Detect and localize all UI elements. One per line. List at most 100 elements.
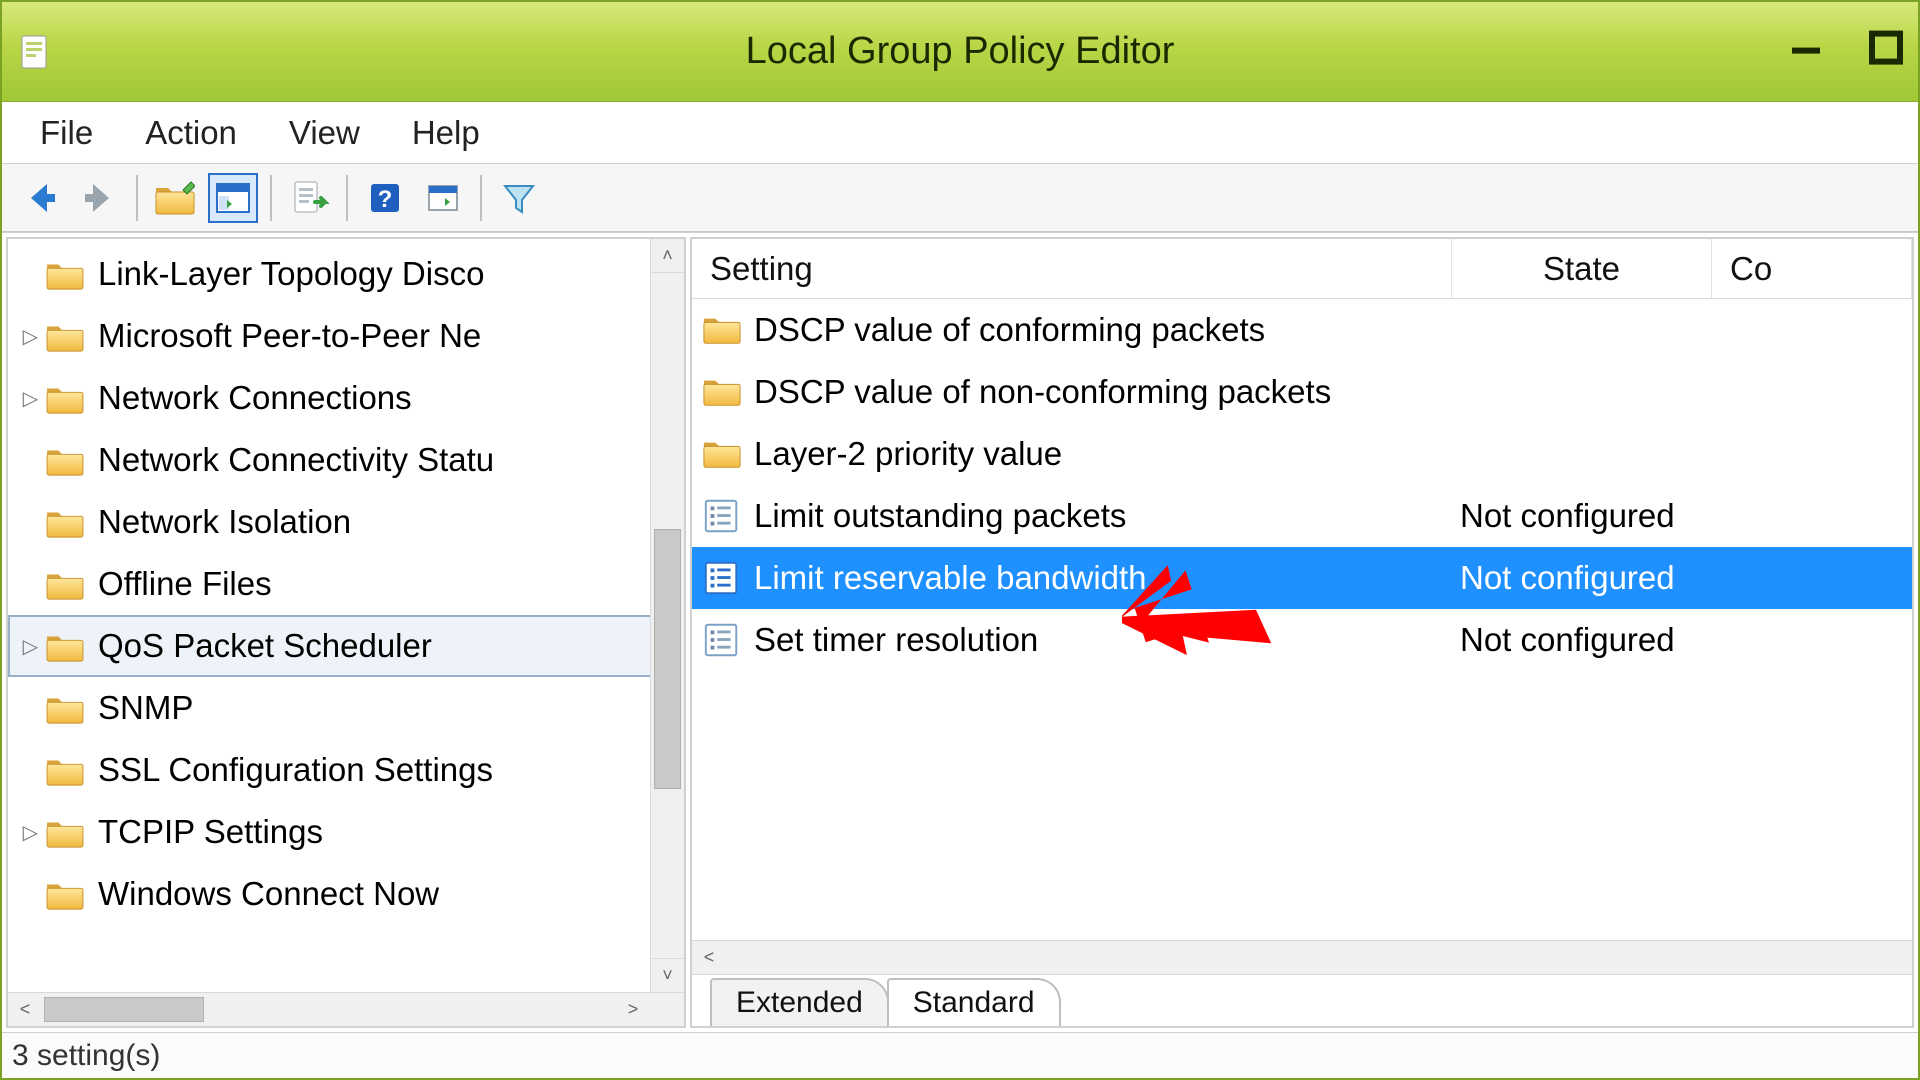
tree-item-label: Network Connections [98,379,412,417]
menu-file[interactable]: File [14,108,119,158]
tree-item[interactable]: ▷SNMP [8,677,684,739]
toolbar-separator [480,175,482,221]
setting-name: Set timer resolution [754,621,1038,659]
tree-item[interactable]: ▷Link-Layer Topology Disco [8,243,684,305]
setting-name: Limit reservable bandwidth [754,559,1147,597]
setting-name: Layer-2 priority value [754,435,1062,473]
column-header-state[interactable]: State [1452,239,1712,298]
tree-item[interactable]: ▷Network Connectivity Statu [8,429,684,491]
app-icon [20,34,48,70]
setting-name: DSCP value of non-conforming packets [754,373,1331,411]
scroll-up-icon[interactable]: ˄ [651,239,684,273]
window-controls [1784,25,1908,69]
scrollbar-thumb[interactable] [654,529,681,789]
tree-item[interactable]: ▷ TCPIP Settings [8,801,684,863]
folder-icon [44,629,86,663]
tree-item-label: SSL Configuration Settings [98,751,493,789]
tab-standard[interactable]: Standard [887,978,1061,1026]
column-header-comment[interactable]: Co [1712,239,1912,298]
expander-icon[interactable]: ▷ [8,820,44,845]
setting-state: Not configured [1452,497,1712,535]
tab-extended[interactable]: Extended [710,978,889,1026]
status-text: 3 setting(s) [12,1039,160,1073]
folder-icon [44,319,86,353]
menu-action[interactable]: Action [119,108,263,158]
setting-state: Not configured [1452,559,1712,597]
setting-icon [702,558,742,598]
toolbar-separator [346,175,348,221]
menu-bar: File Action View Help [2,102,1918,164]
tree-horizontal-scrollbar[interactable]: ˂ ˃ [8,992,684,1026]
svg-text:?: ? [378,186,393,213]
folder-icon [702,372,742,412]
folder-icon [44,505,86,539]
view-tabs: Extended Standard [692,974,1912,1026]
tree-item[interactable]: ▷Offline Files [8,553,684,615]
folder-icon [44,753,86,787]
toolbar-separator [270,175,272,221]
list-row[interactable]: Set timer resolution Not configured [692,609,1912,671]
menu-view[interactable]: View [263,108,386,158]
tree-item[interactable]: ▷Windows Connect Now [8,863,684,925]
folder-icon [44,257,86,291]
scroll-left-icon[interactable]: ˂ [692,941,726,975]
title-bar[interactable]: Local Group Policy Editor [2,2,1918,102]
expander-icon[interactable]: ▷ [8,324,44,349]
setting-name: Limit outstanding packets [754,497,1126,535]
tree-item[interactable]: ▷Microsoft Peer-to-Peer Ne [8,305,684,367]
status-bar: 3 setting(s) [2,1032,1918,1078]
expander-icon[interactable]: ▷ [8,634,44,659]
scrollbar-thumb[interactable] [44,997,204,1022]
tree-vertical-scrollbar[interactable]: ˄ ˅ [650,239,684,992]
list-row[interactable]: DSCP value of non-conforming packets [692,361,1912,423]
tree-item-label: Network Isolation [98,503,351,541]
list-row[interactable]: Limit reservable bandwidth Not configured [692,547,1912,609]
list-columns-header: Setting State Co [692,239,1912,299]
menu-help[interactable]: Help [386,108,506,158]
setting-name: DSCP value of conforming packets [754,311,1265,349]
tree-pane: ▷Link-Layer Topology Disco▷Microsoft Pee… [6,237,686,1028]
tree-item[interactable]: ▷Network Isolation [8,491,684,553]
folder-icon [44,815,86,849]
tree-scroll-area[interactable]: ▷Link-Layer Topology Disco▷Microsoft Pee… [8,239,684,992]
folder-icon [702,434,742,474]
scroll-left-icon[interactable]: ˂ [8,993,42,1027]
tree-item-label: Link-Layer Topology Disco [98,255,484,293]
list-horizontal-scrollbar[interactable]: ˂ [692,940,1912,974]
list-row[interactable]: Layer-2 priority value [692,423,1912,485]
folder-icon [44,443,86,477]
column-header-setting[interactable]: Setting [692,239,1452,298]
nav-forward-button[interactable] [74,173,124,223]
folder-icon [702,310,742,350]
minimize-button[interactable] [1784,25,1828,69]
tree-item-label: TCPIP Settings [98,813,323,851]
main-window: Local Group Policy Editor File Action Vi… [0,0,1920,1080]
toolbar: ? [2,164,1918,232]
show-hide-tree-button[interactable] [208,173,258,223]
folder-icon [44,691,86,725]
tree-item-label: SNMP [98,689,193,727]
scroll-right-icon[interactable]: ˃ [616,993,650,1027]
tree-item[interactable]: ▷SSL Configuration Settings [8,739,684,801]
folder-icon [44,381,86,415]
help-button[interactable]: ? [360,173,410,223]
scroll-down-icon[interactable]: ˅ [651,958,684,992]
nav-back-button[interactable] [16,173,66,223]
tree-item-label: Offline Files [98,565,272,603]
tree-item[interactable]: ▷ Network Connections [8,367,684,429]
settings-rows: DSCP value of conforming packets DSCP val… [692,299,1912,940]
list-row[interactable]: DSCP value of conforming packets [692,299,1912,361]
setting-icon [702,620,742,660]
folder-icon [44,567,86,601]
up-one-level-button[interactable] [150,173,200,223]
folder-icon [44,877,86,911]
setting-state: Not configured [1452,621,1712,659]
maximize-button[interactable] [1864,25,1908,69]
export-list-button[interactable] [284,173,334,223]
expander-icon[interactable]: ▷ [8,386,44,411]
tree-item-label: QoS Packet Scheduler [98,627,432,665]
filter-button[interactable] [494,173,544,223]
properties-button[interactable] [418,173,468,223]
list-row[interactable]: Limit outstanding packets Not configured [692,485,1912,547]
tree-item[interactable]: ▷ QoS Packet Scheduler [8,615,684,677]
